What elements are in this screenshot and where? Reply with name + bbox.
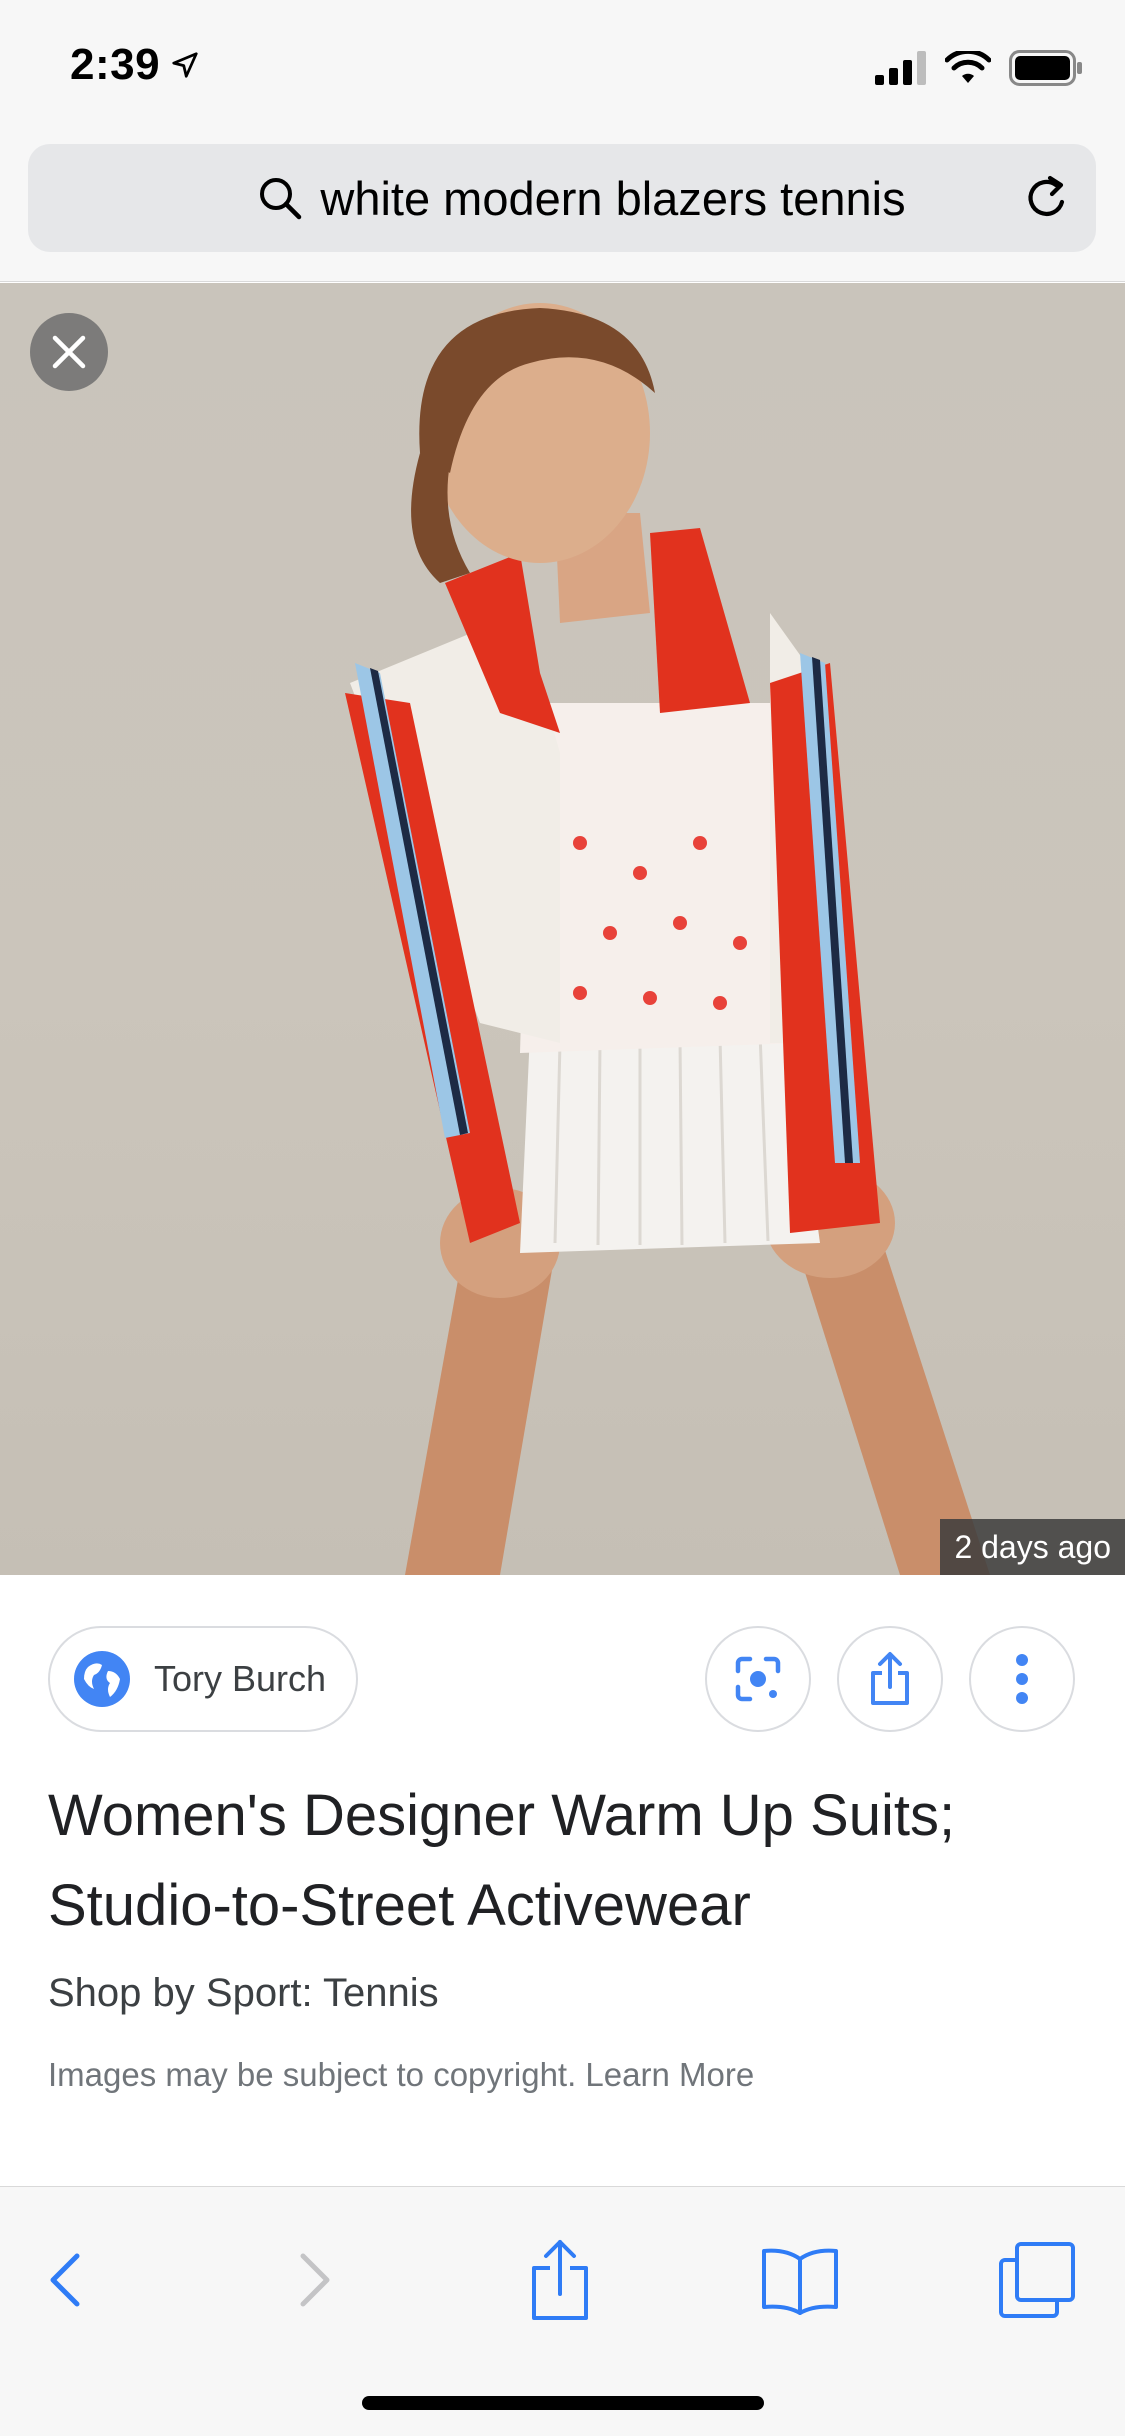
source-chip[interactable]: Tory Burch bbox=[48, 1626, 358, 1732]
source-name: Tory Burch bbox=[154, 1658, 327, 1699]
globe-icon bbox=[74, 1651, 130, 1707]
result-subtitle: Shop by Sport: Tennis bbox=[48, 1971, 439, 2015]
cellular-signal-icon bbox=[875, 51, 926, 85]
status-time: 2:39 bbox=[70, 40, 161, 89]
address-bar[interactable]: white modern blazers tennis bbox=[28, 144, 1096, 252]
share-icon bbox=[871, 1652, 909, 1705]
more-options-button[interactable] bbox=[969, 1626, 1075, 1732]
status-indicators bbox=[875, 50, 1083, 86]
location-arrow-icon bbox=[172, 52, 198, 78]
age-badge: 2 days ago bbox=[940, 1519, 1125, 1575]
forward-button[interactable] bbox=[270, 2235, 360, 2325]
bookmarks-icon bbox=[762, 2248, 838, 2315]
wifi-icon bbox=[945, 51, 991, 83]
search-query-text: white modern blazers tennis bbox=[320, 171, 906, 225]
share-result-button[interactable] bbox=[837, 1626, 943, 1732]
back-button[interactable] bbox=[20, 2235, 110, 2325]
address-bar-area: white modern blazers tennis bbox=[0, 140, 1125, 282]
lens-icon bbox=[735, 1656, 781, 1702]
reload-icon[interactable] bbox=[1022, 172, 1074, 224]
close-button[interactable] bbox=[30, 313, 108, 391]
result-info-panel: Tory Burch Women's Designer Warm Up Suit… bbox=[0, 1576, 1125, 2186]
product-photo bbox=[345, 303, 990, 1575]
more-vert-icon bbox=[1016, 1654, 1028, 1704]
home-indicator[interactable] bbox=[362, 2396, 764, 2410]
tabs-button[interactable] bbox=[992, 2235, 1082, 2325]
status-time-group: 2:39 bbox=[70, 40, 200, 90]
back-icon bbox=[50, 2253, 80, 2307]
forward-icon bbox=[300, 2253, 330, 2307]
share-icon bbox=[532, 2240, 588, 2320]
copyright-notice[interactable]: Images may be subject to copyright. Lear… bbox=[48, 2056, 754, 2094]
share-page-button[interactable] bbox=[515, 2235, 605, 2325]
battery-icon bbox=[1009, 50, 1082, 86]
close-icon bbox=[52, 335, 86, 369]
tabs-icon bbox=[999, 2242, 1075, 2318]
lens-button[interactable] bbox=[705, 1626, 811, 1732]
result-title[interactable]: Women's Designer Warm Up Suits; Studio-t… bbox=[48, 1771, 1078, 1951]
image-preview[interactable]: 2 days ago bbox=[0, 283, 1125, 1575]
address-bar-content: white modern blazers tennis bbox=[28, 144, 1016, 252]
status-bar: 2:39 bbox=[0, 0, 1125, 140]
search-icon bbox=[260, 178, 302, 220]
bookmarks-button[interactable] bbox=[755, 2235, 845, 2325]
